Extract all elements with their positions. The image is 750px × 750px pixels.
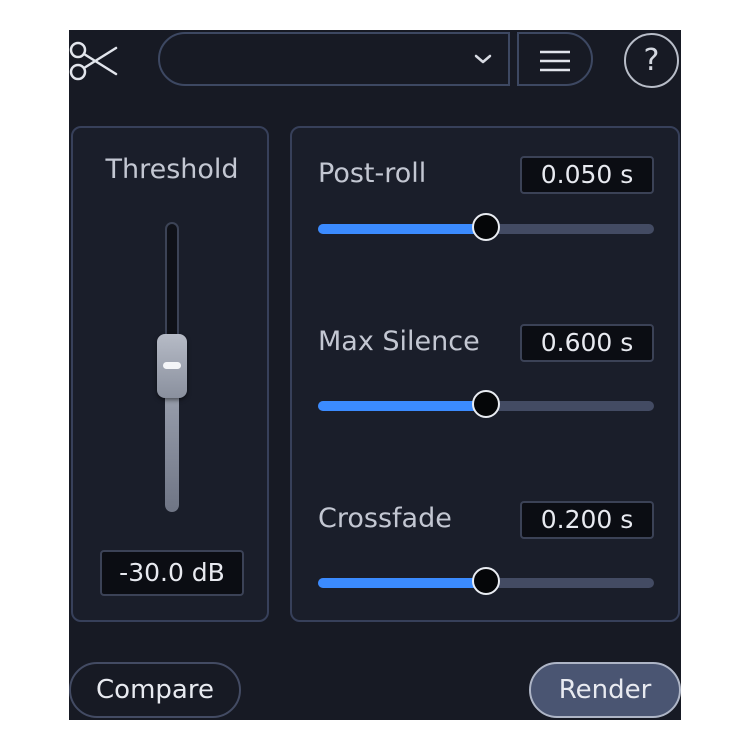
crossfade-slider-fill (318, 578, 486, 588)
threshold-panel: Threshold -30.0 dB (71, 126, 269, 622)
threshold-fader-thumb[interactable] (157, 334, 187, 398)
render-button[interactable]: Render (529, 662, 681, 718)
max-silence-slider-fill (318, 401, 486, 411)
plugin-window: ? Threshold -30.0 dB Post-roll 0.050 s M… (69, 30, 681, 720)
crossfade-slider[interactable] (318, 567, 654, 595)
chevron-down-icon (472, 50, 494, 68)
max-silence-label: Max Silence (318, 326, 480, 357)
preset-dropdown[interactable] (158, 32, 510, 86)
threshold-label: Threshold (105, 154, 239, 185)
parameters-panel: Post-roll 0.050 s Max Silence 0.600 s Cr… (290, 126, 680, 622)
threshold-value-field[interactable]: -30.0 dB (100, 550, 244, 596)
compare-button[interactable]: Compare (69, 662, 241, 718)
post-roll-value-field[interactable]: 0.050 s (520, 156, 654, 194)
threshold-fader-fill[interactable] (165, 388, 179, 512)
max-silence-slider-thumb[interactable] (472, 390, 500, 418)
hamburger-menu-icon (540, 50, 570, 72)
max-silence-value-field[interactable]: 0.600 s (520, 324, 654, 362)
crossfade-value-field[interactable]: 0.200 s (520, 501, 654, 539)
max-silence-slider[interactable] (318, 390, 654, 418)
menu-button[interactable] (517, 32, 593, 86)
post-roll-slider[interactable] (318, 213, 654, 241)
help-button[interactable]: ? (624, 33, 679, 88)
crossfade-slider-thumb[interactable] (472, 567, 500, 595)
threshold-fader-track[interactable] (165, 222, 179, 344)
post-roll-slider-fill (318, 224, 486, 234)
scissors-icon (69, 40, 119, 82)
crossfade-label: Crossfade (318, 503, 452, 534)
post-roll-slider-thumb[interactable] (472, 213, 500, 241)
fader-thumb-grip (163, 362, 181, 369)
post-roll-label: Post-roll (318, 158, 427, 189)
